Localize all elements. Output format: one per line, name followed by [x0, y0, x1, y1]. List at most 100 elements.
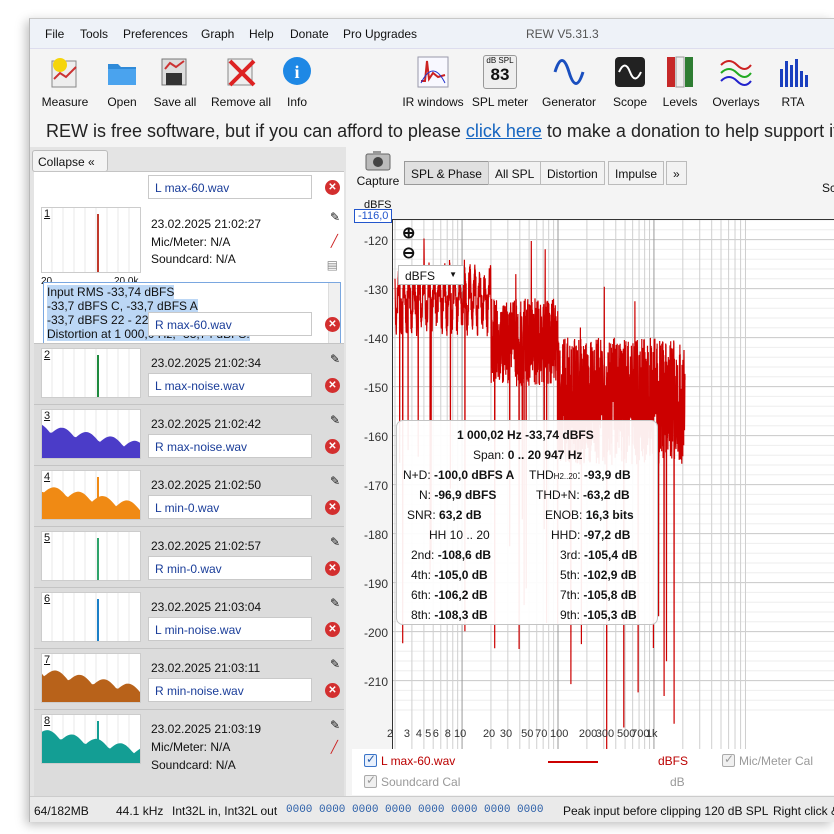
edit-notes-icon[interactable]: ✎: [330, 413, 340, 427]
y-tick-label: -170: [363, 479, 388, 493]
document-icon[interactable]: ▤: [327, 258, 338, 272]
remove-measurement-icon[interactable]: ✕: [325, 317, 340, 332]
ir-windows-button[interactable]: IR windows: [400, 55, 466, 109]
x-tick-label: 10: [454, 728, 467, 740]
tab-spl-phase[interactable]: SPL & Phase: [404, 161, 489, 185]
measurement-thumbnail[interactable]: 4: [41, 470, 141, 520]
collapse-button[interactable]: Collapse «: [32, 150, 108, 172]
tab-more[interactable]: »: [666, 161, 687, 185]
menu-preferences[interactable]: Preferences: [123, 27, 188, 41]
tab-impulse[interactable]: Impulse: [608, 161, 665, 185]
measurement-name-field[interactable]: R min-0.wav: [148, 556, 312, 580]
tab-distortion[interactable]: Distortion: [540, 161, 605, 185]
x-tick-label: 20: [482, 728, 496, 740]
thd-label: THD: [529, 468, 554, 482]
zoom-in-icon[interactable]: ⊕: [402, 223, 415, 243]
edit-notes-icon[interactable]: ✎: [330, 657, 340, 671]
measurement-date: 23.02.2025 21:02:57: [151, 539, 262, 553]
measurement-thumbnail[interactable]: 5: [41, 531, 141, 581]
remove-measurement-icon[interactable]: ✕: [325, 683, 340, 698]
measurement-date: 23.02.2025 21:02:50: [151, 478, 262, 492]
donate-link[interactable]: click here: [466, 121, 542, 141]
x-tick-label: 6: [432, 728, 439, 740]
edit-notes-icon[interactable]: ✎: [330, 210, 340, 224]
measurement-name-field[interactable]: R max-60.wav: [148, 312, 312, 336]
pen-icon[interactable]: ╱: [331, 234, 338, 248]
legend-row-mic-cal[interactable]: Mic/Meter Cal: [722, 752, 813, 768]
remove-measurement-icon[interactable]: ✕: [325, 622, 340, 637]
tab-all-spl[interactable]: All SPL: [488, 161, 542, 185]
measurement-name-field[interactable]: R max-noise.wav: [148, 434, 312, 458]
save-all-button[interactable]: Save all: [142, 55, 208, 109]
menu-donate[interactable]: Donate: [290, 27, 329, 41]
measurement-thumbnail[interactable]: 8: [41, 714, 141, 764]
h3-label: 3rd:: [560, 548, 581, 562]
measurement-thumbnail[interactable]: 7: [41, 653, 141, 703]
menu-help[interactable]: Help: [249, 27, 274, 41]
measurement-number: 6: [44, 593, 51, 605]
measurement-thumbnail[interactable]: 1: [41, 207, 141, 273]
edit-notes-icon[interactable]: ✎: [330, 596, 340, 610]
zoom-out-icon[interactable]: ⊖: [402, 243, 415, 263]
stats-frequency: 1 000,02 Hz: [457, 428, 522, 442]
x-tick-label: 70: [535, 728, 548, 740]
sine-wave-icon: [552, 55, 586, 89]
measurement-thumbnail[interactable]: 6: [41, 592, 141, 642]
info-line: Input RMS -33,74 dBFS: [47, 285, 175, 299]
thumbnail-graph: [42, 654, 140, 702]
soundcard-info: Soundcard: N/A: [151, 758, 236, 772]
menu-pro-upgrades[interactable]: Pro Upgrades: [343, 27, 417, 41]
thumb-noise-area: [42, 670, 140, 702]
thumb-noise-area: [42, 487, 140, 519]
measurement-entry[interactable]: R min-noise.wav ✕ 8 23.02.2025 21:03:19 ✎ Mic…: [34, 678, 344, 799]
measurements-panel: Collapse « L max-60.wav ✕ 1 23.02.2025 21:0…: [30, 147, 346, 817]
legend-row-measurement[interactable]: L max-60.wav: [364, 752, 455, 768]
soundcard-cal-checkbox[interactable]: [364, 773, 377, 788]
save-all-label: Save all: [153, 95, 197, 109]
remove-measurement-icon[interactable]: ✕: [325, 378, 340, 393]
legend-row-soundcard-cal[interactable]: Soundcard Cal: [364, 773, 460, 789]
unit-dropdown[interactable]: dBFS ▼: [398, 265, 464, 285]
h6-label: 6th:: [411, 588, 432, 602]
measurement-date: 23.02.2025 21:03:19: [151, 722, 262, 736]
h7-value: -105,8 dB: [583, 588, 637, 602]
remove-measurement-icon[interactable]: ✕: [325, 500, 340, 515]
edit-notes-icon[interactable]: ✎: [330, 535, 340, 549]
measurement-name-field[interactable]: L min-noise.wav: [148, 617, 312, 641]
memory-usage: 64/182MB: [34, 804, 89, 818]
info-button[interactable]: i Info: [264, 55, 330, 109]
legend-checkbox[interactable]: [364, 752, 377, 767]
measurement-name-field[interactable]: L max-noise.wav: [148, 373, 312, 397]
generator-button[interactable]: Generator: [536, 55, 602, 109]
edit-notes-icon[interactable]: ✎: [330, 718, 340, 732]
y-tick-label: -120: [363, 234, 388, 248]
edit-notes-icon[interactable]: ✎: [330, 474, 340, 488]
remove-measurement-icon[interactable]: ✕: [325, 439, 340, 454]
capture-button[interactable]: Capture: [356, 149, 400, 188]
edit-notes-icon[interactable]: ✎: [330, 352, 340, 366]
mic-cal-checkbox[interactable]: [722, 752, 735, 767]
noise-label: N:: [419, 488, 431, 502]
spl-meter-button[interactable]: dB SPL 83 SPL meter: [467, 55, 533, 109]
remove-measurement-icon[interactable]: ✕: [325, 180, 340, 195]
pen-icon[interactable]: ╱: [331, 740, 338, 754]
ir-windows-icon: [416, 55, 450, 89]
x-tick-label: 8: [444, 728, 451, 740]
measurement-name-field[interactable]: L max-60.wav: [148, 175, 312, 199]
donate-text: REW is free software, but if you can aff…: [46, 121, 466, 141]
measurement-thumbnail[interactable]: 2: [41, 348, 141, 398]
y-tick-label: -210: [363, 675, 388, 689]
rta-button[interactable]: RTA: [760, 55, 826, 109]
measurement-name-field[interactable]: L min-0.wav: [148, 495, 312, 519]
measurement-name-field[interactable]: R min-noise.wav: [148, 678, 312, 702]
menu-file[interactable]: File: [45, 27, 64, 41]
toolbar: Measure Open Save all Remove all i Info I…: [30, 49, 834, 115]
stats-span-value: 0 .. 20 947 Hz: [507, 448, 583, 462]
rew-window: File Tools Preferences Graph Help Donate…: [29, 18, 834, 822]
measurement-date: 23.02.2025 21:02:34: [151, 356, 262, 370]
menu-graph[interactable]: Graph: [201, 27, 234, 41]
menu-tools[interactable]: Tools: [80, 27, 108, 41]
x-tick-label: 2: [387, 728, 394, 740]
measurement-thumbnail[interactable]: 3: [41, 409, 141, 459]
remove-measurement-icon[interactable]: ✕: [325, 561, 340, 576]
